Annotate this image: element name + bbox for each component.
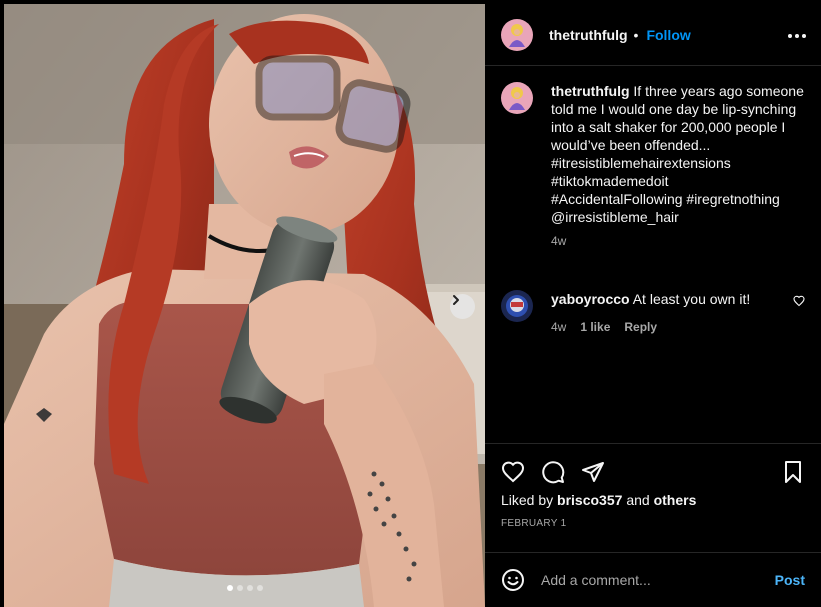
carousel-dot [226,585,233,591]
liked-by-line: Liked by brisco357 and others [501,492,697,508]
smiley-icon [502,569,524,591]
like-button[interactable] [501,460,525,484]
bookmark-icon [785,461,801,483]
commenter-avatar-image [501,290,533,322]
caption-body: thetruthfulg If three years ago someone … [551,82,806,250]
post-header: thetruthfulg • Follow [485,4,821,66]
post-actions-area: Liked by brisco357 and others FEBRUARY 1 [485,443,821,552]
avatar[interactable] [501,290,533,322]
post-caption: thetruthfulg If three years ago someone … [501,82,806,250]
comment-bubble-icon [542,461,565,484]
follow-button[interactable]: Follow [646,27,690,43]
comment-text: At least you own it! [632,291,751,307]
chevron-right-icon [453,295,459,305]
caption-username[interactable]: thetruthfulg [551,83,630,99]
comment-input[interactable] [541,572,775,588]
heart-icon [793,295,805,307]
separator-dot: • [633,26,639,43]
next-slide-button[interactable] [450,294,475,319]
comment-like-count[interactable]: 1 like [580,318,610,336]
avatar[interactable] [501,18,533,51]
paper-plane-icon [582,462,604,482]
carousel-dot [256,585,263,591]
reply-button[interactable]: Reply [624,318,657,336]
liked-by-user[interactable]: brisco357 [557,492,622,508]
caption-text: If three years ago someone told me I wou… [551,83,804,225]
comment-button[interactable] [541,460,565,484]
caption-age: 4w [551,234,567,248]
author-avatar-image [501,18,533,51]
post-media[interactable] [4,4,485,607]
action-bar [501,460,805,484]
emoji-button[interactable] [501,568,525,592]
post-comment-button[interactable]: Post [775,572,805,588]
save-button[interactable] [781,460,805,484]
carousel-dot [236,585,243,591]
author-avatar-image [501,82,533,114]
more-options-button[interactable] [785,24,809,48]
likes-others-link[interactable]: others [654,492,697,508]
comment-item: yaboyrocco At least you own it! 4w 1 lik… [501,290,805,336]
heart-icon [501,461,525,483]
comment-username[interactable]: yaboyrocco [551,291,630,307]
more-horizontal-icon [788,34,806,38]
post-details-panel: thetruthfulg • Follow thetruthfulg If th… [485,4,821,607]
comments-section[interactable]: thetruthfulg If three years ago someone … [485,66,821,443]
like-comment-button[interactable] [793,294,805,312]
post-photo [4,4,485,607]
comment-composer: Post [485,552,821,607]
post-modal: thetruthfulg • Follow thetruthfulg If th… [0,0,821,607]
avatar[interactable] [501,82,533,114]
carousel-indicator [4,585,485,591]
author-username[interactable]: thetruthfulg [549,27,628,43]
carousel-dot [246,585,253,591]
share-button[interactable] [581,460,605,484]
comment-age: 4w [551,320,567,334]
post-date[interactable]: FEBRUARY 1 [501,518,566,529]
comment-body: yaboyrocco At least you own it! 4w 1 lik… [551,290,750,336]
